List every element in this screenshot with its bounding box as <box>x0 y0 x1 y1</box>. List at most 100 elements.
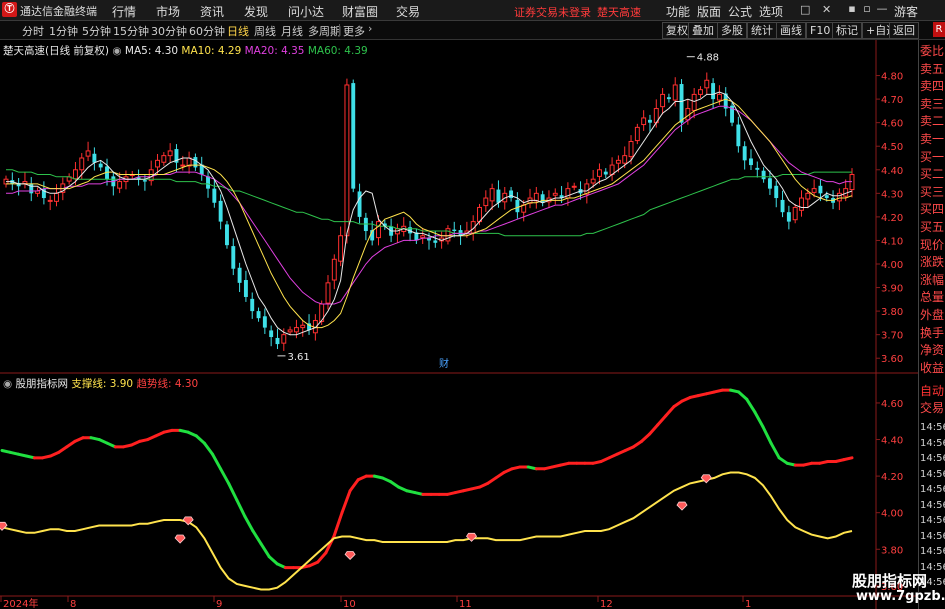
toolbar-right-btn-6[interactable]: 标记 <box>832 22 862 39</box>
close-icon[interactable]: ✕ <box>822 3 831 16</box>
main-ytick-label: 3.90 <box>881 284 903 295</box>
auto-toggle[interactable]: 自动 <box>920 385 944 398</box>
period-tab-6[interactable]: 日线 <box>227 23 249 39</box>
settings-dot-icon[interactable]: ◉ <box>112 45 121 57</box>
menu-ask-xiaoda[interactable]: 问小达 <box>288 3 324 20</box>
menu-quotes[interactable]: 行情 <box>112 3 136 20</box>
candle-body-up <box>533 192 539 202</box>
side-label-11: 现价 <box>920 237 945 252</box>
side-label-18: 收益 <box>920 360 945 375</box>
trend-line-segment <box>640 432 652 443</box>
toolbar-right-btn-1[interactable]: 叠加 <box>688 22 718 39</box>
support-line-label: 支撑线: 3.90 <box>71 378 134 390</box>
period-tab-3[interactable]: 15分钟 <box>113 23 149 39</box>
period-tab-0[interactable]: 分时 <box>22 23 44 39</box>
r-tag[interactable]: R <box>933 22 945 37</box>
toolbar-divider <box>339 24 340 36</box>
candle-body-down <box>262 316 267 328</box>
candle-body-down <box>206 176 210 189</box>
tick-time-5: 14:56 <box>920 499 945 511</box>
candle-body-up <box>799 197 804 211</box>
period-tab-10[interactable]: 更多 <box>343 23 365 39</box>
menu-formula[interactable]: 公式 <box>728 3 752 20</box>
candle-body-up <box>376 221 381 239</box>
candle-body-down <box>275 337 280 345</box>
candle-body-down <box>540 194 545 203</box>
candle-body-down <box>736 124 741 147</box>
period-tab-8[interactable]: 月线 <box>281 23 303 39</box>
sub-ytick-label: 4.60 <box>881 399 903 410</box>
candle-body-up <box>590 178 596 184</box>
maximize-icon[interactable]: □ <box>800 3 810 16</box>
period-tab-5[interactable]: 60分钟 <box>189 23 225 39</box>
menu-options[interactable]: 选项 <box>759 3 783 20</box>
candle-body-down <box>496 189 501 203</box>
xtick-label: 10 <box>343 599 356 609</box>
period-tab-9[interactable]: 多周期 <box>308 23 341 39</box>
ma5-label: MA5: 4.30 <box>124 45 179 57</box>
side-label-15: 外盘 <box>920 308 945 322</box>
candle-body-up <box>325 282 331 304</box>
menu-market[interactable]: 市场 <box>156 3 180 20</box>
settings-dot-icon[interactable]: ◉ <box>3 378 12 390</box>
toolbar-right-btn-3[interactable]: 统计 <box>747 22 777 39</box>
menu-discover[interactable]: 发现 <box>244 3 268 20</box>
toolbar-right-btn-2[interactable]: 多股 <box>717 22 747 39</box>
side-label-16: 换手 <box>920 325 945 340</box>
menu-news[interactable]: 资讯 <box>200 3 224 20</box>
trend-line-segment <box>761 425 773 445</box>
candle-body-up <box>167 150 173 157</box>
candle-body-down <box>666 97 671 100</box>
toolbar-right-btn-5[interactable]: F10 <box>806 22 835 39</box>
diamond-signal-icon <box>676 501 688 511</box>
finance-event-marker[interactable]: 财 <box>439 357 449 370</box>
guest-user[interactable]: 游客 <box>894 3 918 20</box>
candle-body-up <box>483 197 489 207</box>
notice-login-text: 证券交易未登录 <box>514 6 591 19</box>
candle-body-up <box>552 192 558 196</box>
candle-body-up <box>704 79 710 89</box>
ma20-label: MA20: 4.35 <box>244 45 305 57</box>
trend-line-segment <box>745 397 757 414</box>
candle-body-down <box>269 330 274 338</box>
stock-title[interactable]: 楚天高速(日线 前复权) <box>3 45 109 57</box>
trend-line-segment <box>227 481 239 502</box>
trend-line-segment <box>348 478 360 493</box>
candle-body-down <box>452 229 457 232</box>
main-ytick-label: 4.70 <box>881 95 903 106</box>
restore-icon[interactable]: ▫ <box>861 2 873 16</box>
tick-time-0: 14:56 <box>920 422 945 433</box>
period-tab-7[interactable]: 周线 <box>254 23 276 39</box>
login-notice[interactable]: 证券交易未登录 楚天高速 <box>514 4 641 20</box>
sub-ytick-label: 4.20 <box>881 472 903 483</box>
candle-body-down <box>212 188 217 203</box>
candle-body-up <box>489 188 495 202</box>
trend-line-segment <box>202 441 214 456</box>
candle-body-up <box>85 150 91 157</box>
candle-body-down <box>237 267 242 283</box>
candle-body-down <box>774 185 779 199</box>
period-tab-1[interactable]: 1分钟 <box>49 23 78 39</box>
trade-label[interactable]: 交易 <box>920 402 944 415</box>
period-tab-4[interactable]: 30分钟 <box>151 23 187 39</box>
main-ytick-label: 4.10 <box>881 236 903 247</box>
trend-line-segment <box>753 410 765 429</box>
ma5-line <box>6 91 853 336</box>
period-tab-2[interactable]: 5分钟 <box>82 23 111 39</box>
minimize-icon[interactable]: — <box>876 2 888 16</box>
toolbar-right-btn-4[interactable]: 画线 <box>776 22 806 39</box>
menu-wealth-circle[interactable]: 财富圈 <box>342 3 378 20</box>
indicator-name[interactable]: 股朋指标网 <box>16 378 69 390</box>
side-label-12: 涨跌 <box>920 255 945 270</box>
toolbar-right-btn-8[interactable]: 返回 <box>889 22 919 39</box>
candle-body-down <box>515 199 520 213</box>
support-line <box>1 471 853 591</box>
menu-trade[interactable]: 交易 <box>396 3 420 20</box>
candle-body-up <box>344 84 350 237</box>
more-chevron-icon[interactable]: › <box>368 22 372 35</box>
candle-body-up <box>47 199 53 202</box>
menu-layout[interactable]: 版面 <box>697 3 721 20</box>
menu-function[interactable]: 功能 <box>666 3 690 20</box>
xtick-label: 12 <box>600 599 613 609</box>
skin-icon[interactable]: ▪ <box>846 2 858 16</box>
